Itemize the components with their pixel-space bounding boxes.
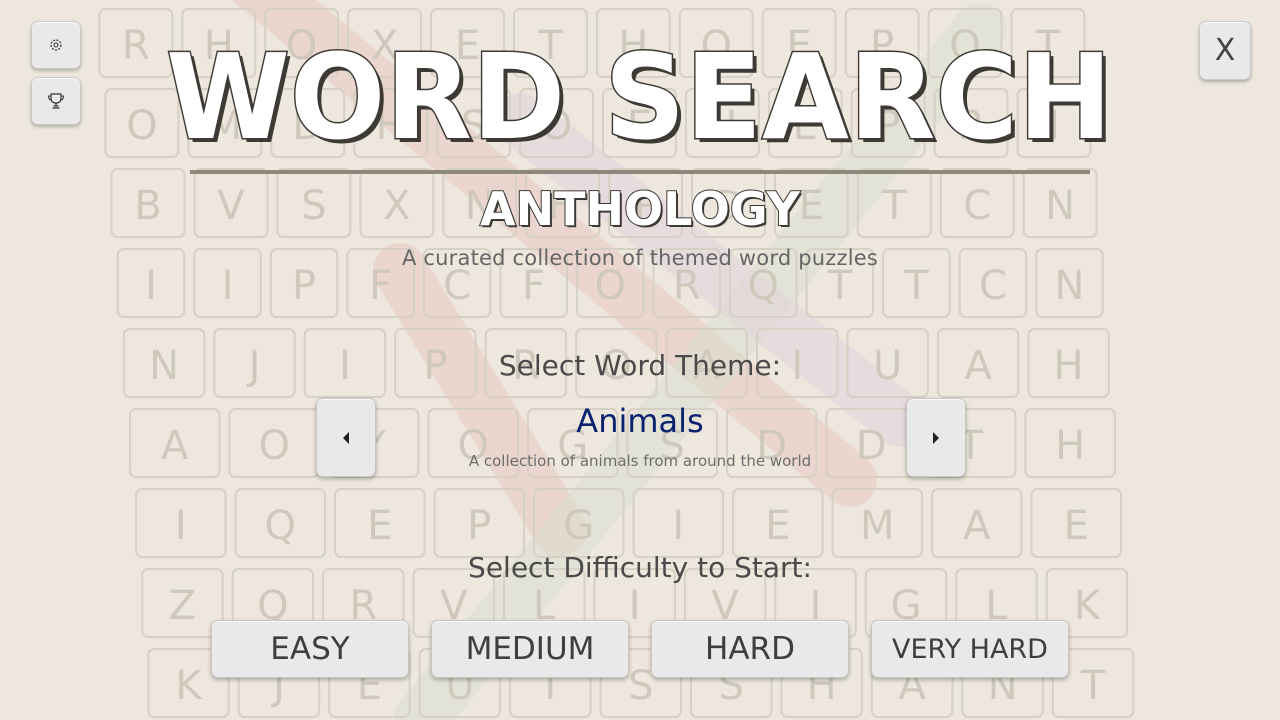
- caret-right-icon: [933, 431, 939, 444]
- difficulty-medium-button[interactable]: MEDIUM: [431, 620, 629, 678]
- difficulty-easy-button[interactable]: EASY: [211, 620, 409, 678]
- game-title: WORD SEARCH WORD SEARCH ANTHOLOGY ANTHOL…: [165, 27, 1117, 239]
- background-letter: E: [1064, 503, 1089, 549]
- background-letter: A: [963, 503, 991, 549]
- theme-description: A collection of animals from around the …: [468, 452, 812, 470]
- difficulty-label: Select Difficulty to Start:: [468, 551, 812, 584]
- title-main: WORD SEARCH: [166, 28, 1112, 166]
- background-letter: M: [860, 503, 895, 549]
- difficulty-very-hard-label: VERY HARD: [892, 633, 1048, 665]
- background-letter: E: [367, 503, 392, 549]
- background-letter: I: [175, 503, 187, 549]
- difficulty-hard-button[interactable]: HARD: [651, 620, 849, 678]
- theme-name: Animals: [576, 402, 704, 440]
- background-letter: P: [467, 503, 491, 549]
- difficulty-easy-label: EASY: [270, 631, 350, 667]
- background-letter: I: [672, 503, 684, 549]
- theme-selector-label: Select Word Theme:: [498, 349, 782, 382]
- background-letter: K: [1074, 583, 1102, 629]
- next-theme-button[interactable]: [906, 398, 966, 477]
- background-letter: G: [563, 503, 594, 549]
- background-letter: K: [175, 663, 203, 709]
- background-letter: Z: [169, 583, 196, 629]
- title-divider: [190, 170, 1090, 174]
- background-letter: Q: [265, 503, 296, 549]
- background-letter: E: [765, 503, 790, 549]
- tagline: A curated collection of themed word puzz…: [401, 246, 879, 270]
- difficulty-very-hard-button[interactable]: VERY HARD: [871, 620, 1069, 678]
- difficulty-hard-label: HARD: [705, 631, 795, 667]
- title-subtitle: ANTHOLOGY: [480, 182, 801, 236]
- game-menu-screen: RHOXETHQEPOTOMDHSOEHEPRIBVSXNHPDETCNIIPF…: [0, 0, 1280, 720]
- difficulty-medium-label: MEDIUM: [465, 631, 595, 667]
- background-letter: S: [628, 663, 653, 709]
- background-letter: T: [1080, 663, 1106, 709]
- background-letter: I: [629, 583, 641, 629]
